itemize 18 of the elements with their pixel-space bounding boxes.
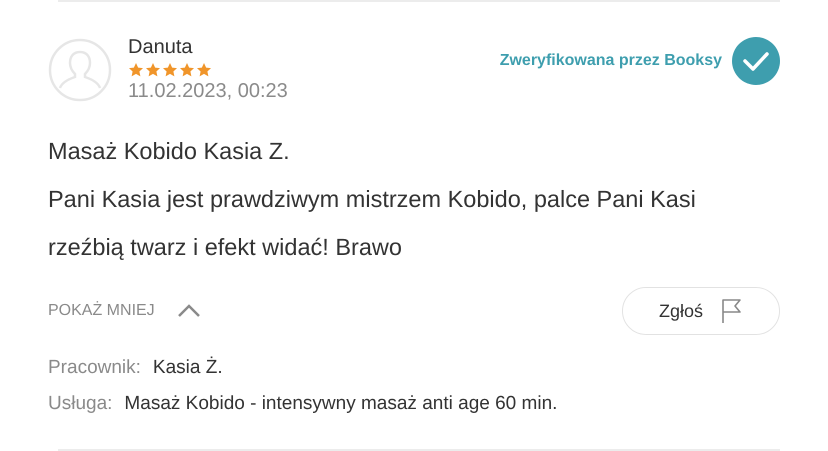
- star-icon: [196, 62, 212, 78]
- report-button[interactable]: Zgłoś: [622, 287, 780, 335]
- author-name: Danuta: [128, 36, 194, 59]
- avatar-icon: [48, 38, 112, 102]
- detail-label: Usługa:: [48, 393, 112, 415]
- detail-value: Kasia Ż.: [152, 357, 223, 379]
- chevron-icon: [176, 304, 201, 318]
- star-icon: [128, 62, 144, 78]
- review-date: 11.02.2023, 00:23: [128, 80, 289, 103]
- star-icon: [162, 62, 178, 78]
- detail-value: Masaż Kobido - intensywny masaż anti age 60 min.: [124, 393, 558, 415]
- review-title: Masaż Kobido Kasia Z.: [48, 137, 291, 166]
- flag-icon: [721, 298, 743, 324]
- detail-label: Pracownik:: [48, 357, 141, 379]
- verified-label: Zweryfikowana przez Booksy: [500, 52, 722, 70]
- star-icon: [145, 62, 161, 78]
- review-text: Pani Kasia jest prawdziwym mistrzem Kobido, palce Pani Kasi rzeźbią twarz i efekt widać! Brawo: [48, 185, 697, 262]
- star-icon: [179, 62, 195, 78]
